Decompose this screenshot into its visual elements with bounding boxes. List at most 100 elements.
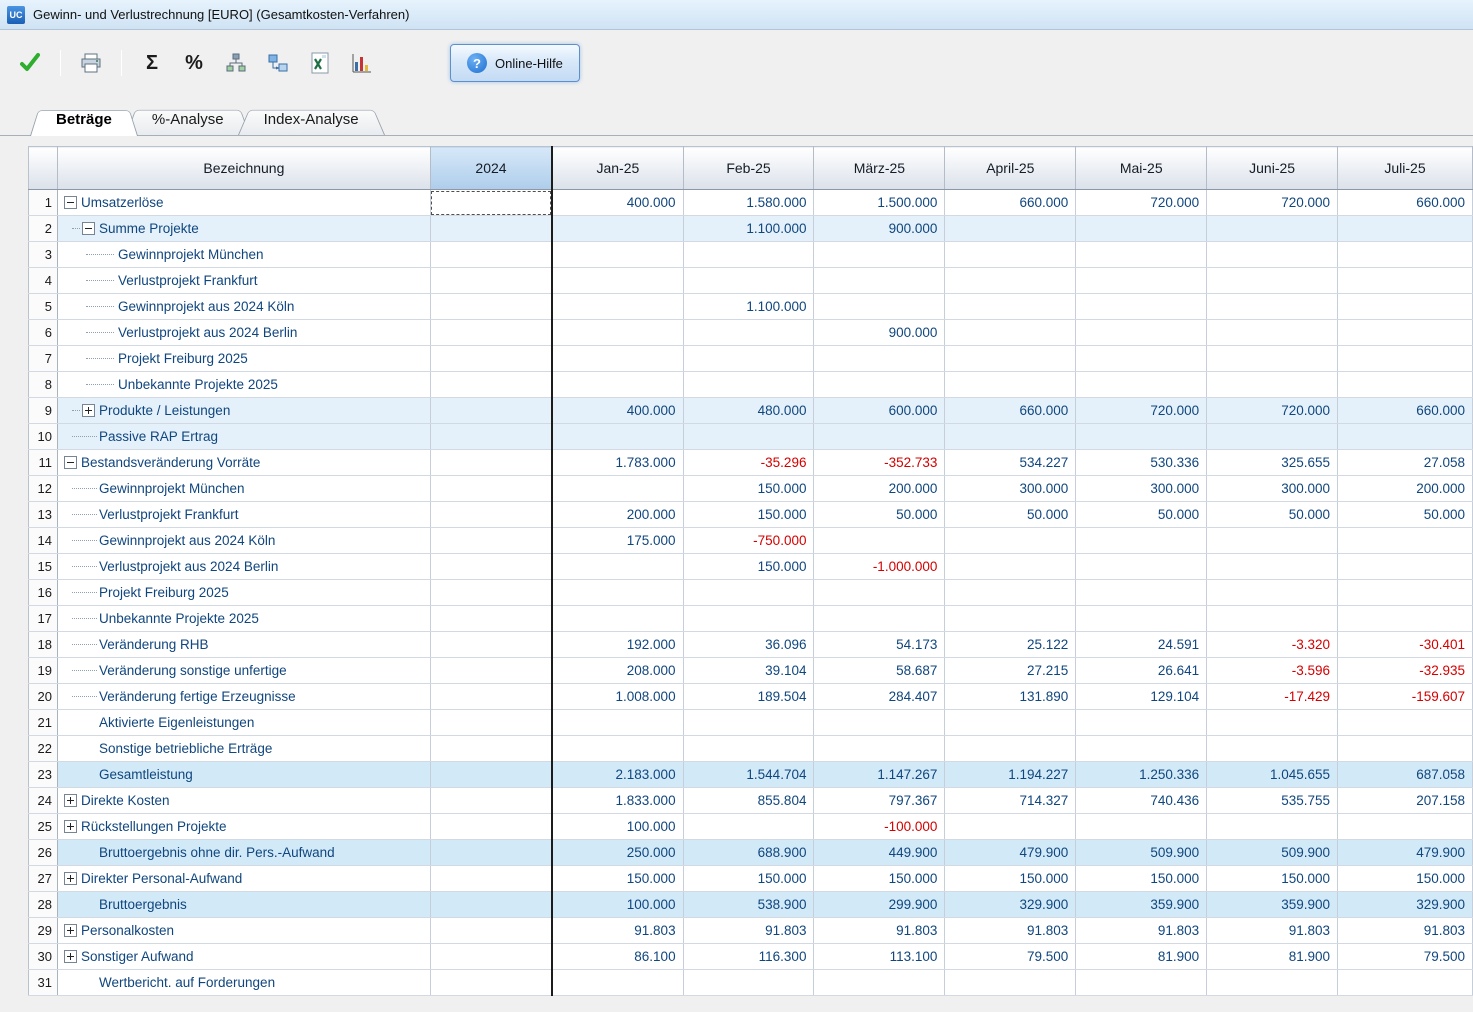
- grid-cell[interactable]: 116.300: [683, 944, 814, 970]
- grid-cell[interactable]: 91.803: [683, 918, 814, 944]
- grid-cell[interactable]: [945, 268, 1076, 294]
- grid-cell[interactable]: 660.000: [1338, 398, 1473, 424]
- row-number[interactable]: 21: [29, 710, 58, 736]
- row-number[interactable]: 7: [29, 346, 58, 372]
- grid-cell[interactable]: [945, 320, 1076, 346]
- grid-cell[interactable]: [430, 216, 552, 242]
- grid-cell[interactable]: [1338, 814, 1473, 840]
- collapse-icon[interactable]: [64, 456, 77, 469]
- sum-icon[interactable]: Σ: [136, 47, 168, 79]
- column-header[interactable]: 2024: [430, 147, 552, 190]
- grid-cell[interactable]: 129.104: [1076, 684, 1207, 710]
- row-label[interactable]: Bruttoergebnis ohne dir. Pers.-Aufwand: [57, 840, 430, 866]
- grid-cell[interactable]: 150.000: [1076, 866, 1207, 892]
- grid-cell[interactable]: 113.100: [814, 944, 945, 970]
- grid-cell[interactable]: 91.803: [1076, 918, 1207, 944]
- row-label[interactable]: Produkte / Leistungen: [57, 398, 430, 424]
- grid-cell[interactable]: [430, 346, 552, 372]
- grid-cell[interactable]: [1207, 346, 1338, 372]
- grid-cell[interactable]: [1338, 528, 1473, 554]
- grid-cell[interactable]: [1076, 554, 1207, 580]
- grid-cell[interactable]: 54.173: [814, 632, 945, 658]
- grid-cell[interactable]: [945, 554, 1076, 580]
- grid-cell[interactable]: [430, 580, 552, 606]
- grid-cell[interactable]: [945, 736, 1076, 762]
- grid-cell[interactable]: -352.733: [814, 450, 945, 476]
- grid-cell[interactable]: 300.000: [1076, 476, 1207, 502]
- grid-cell[interactable]: 189.504: [683, 684, 814, 710]
- grid-cell[interactable]: 79.500: [1338, 944, 1473, 970]
- grid-cell[interactable]: [1076, 424, 1207, 450]
- grid-cell[interactable]: [1076, 606, 1207, 632]
- grid-cell[interactable]: 720.000: [1207, 398, 1338, 424]
- grid-cell[interactable]: -17.429: [1207, 684, 1338, 710]
- grid-cell[interactable]: [1338, 580, 1473, 606]
- grid-cell[interactable]: 91.803: [814, 918, 945, 944]
- row-number[interactable]: 3: [29, 242, 58, 268]
- grid-cell[interactable]: [552, 710, 683, 736]
- grid-cell[interactable]: [430, 814, 552, 840]
- grid-cell[interactable]: [430, 736, 552, 762]
- grid-cell[interactable]: 1.194.227: [945, 762, 1076, 788]
- grid-cell[interactable]: [552, 476, 683, 502]
- row-label[interactable]: Gewinnprojekt München: [57, 242, 430, 268]
- transfer-icon[interactable]: [262, 47, 294, 79]
- row-number[interactable]: 6: [29, 320, 58, 346]
- grid-cell[interactable]: 855.804: [683, 788, 814, 814]
- row-label[interactable]: Wertbericht. auf Forderungen: [57, 970, 430, 996]
- expand-icon[interactable]: [64, 950, 77, 963]
- grid-cell[interactable]: 200.000: [814, 476, 945, 502]
- row-number[interactable]: 15: [29, 554, 58, 580]
- grid-cell[interactable]: 720.000: [1207, 190, 1338, 216]
- grid-cell[interactable]: [552, 424, 683, 450]
- row-number[interactable]: 24: [29, 788, 58, 814]
- row-label[interactable]: Sonstige betriebliche Erträge: [57, 736, 430, 762]
- grid-cell[interactable]: 208.000: [552, 658, 683, 684]
- row-number[interactable]: 9: [29, 398, 58, 424]
- row-number[interactable]: 2: [29, 216, 58, 242]
- grid-cell[interactable]: -750.000: [683, 528, 814, 554]
- grid-cell[interactable]: 600.000: [814, 398, 945, 424]
- grid-cell[interactable]: 100.000: [552, 814, 683, 840]
- grid-cell[interactable]: [814, 528, 945, 554]
- grid-cell[interactable]: [945, 294, 1076, 320]
- grid-cell[interactable]: 175.000: [552, 528, 683, 554]
- grid-cell[interactable]: [1338, 554, 1473, 580]
- grid-cell[interactable]: 660.000: [945, 398, 1076, 424]
- grid-cell[interactable]: 1.045.655: [1207, 762, 1338, 788]
- expand-icon[interactable]: [64, 820, 77, 833]
- grid-cell[interactable]: 150.000: [683, 476, 814, 502]
- grid-cell[interactable]: 27.215: [945, 658, 1076, 684]
- grid-cell[interactable]: 720.000: [1076, 398, 1207, 424]
- grid-cell[interactable]: 329.900: [1338, 892, 1473, 918]
- grid-cell[interactable]: 50.000: [1338, 502, 1473, 528]
- grid-cell[interactable]: 150.000: [683, 502, 814, 528]
- grid-cell[interactable]: -159.607: [1338, 684, 1473, 710]
- grid-cell[interactable]: 688.900: [683, 840, 814, 866]
- column-header[interactable]: Juni-25: [1207, 147, 1338, 190]
- grid-cell[interactable]: [683, 372, 814, 398]
- grid-cell[interactable]: 509.900: [1076, 840, 1207, 866]
- grid-cell[interactable]: [430, 658, 552, 684]
- grid-cell[interactable]: [1207, 216, 1338, 242]
- column-header[interactable]: Jan-25: [552, 147, 683, 190]
- grid-cell[interactable]: [683, 814, 814, 840]
- grid-cell[interactable]: 50.000: [1076, 502, 1207, 528]
- collapse-icon[interactable]: [64, 196, 77, 209]
- grid-cell[interactable]: 538.900: [683, 892, 814, 918]
- grid-cell[interactable]: [1207, 372, 1338, 398]
- grid-cell[interactable]: [814, 346, 945, 372]
- row-number[interactable]: 5: [29, 294, 58, 320]
- grid-cell[interactable]: 900.000: [814, 320, 945, 346]
- grid-cell[interactable]: [1338, 294, 1473, 320]
- grid-cell[interactable]: [1338, 216, 1473, 242]
- grid-cell[interactable]: 1.783.000: [552, 450, 683, 476]
- tab-betraege[interactable]: Beträge: [30, 105, 138, 136]
- grid-cell[interactable]: -1.000.000: [814, 554, 945, 580]
- grid-cell[interactable]: [1338, 736, 1473, 762]
- grid-cell[interactable]: [683, 970, 814, 996]
- row-label[interactable]: Bruttoergebnis: [57, 892, 430, 918]
- expand-icon[interactable]: [64, 924, 77, 937]
- grid-cell[interactable]: [1338, 242, 1473, 268]
- grid-cell[interactable]: [945, 346, 1076, 372]
